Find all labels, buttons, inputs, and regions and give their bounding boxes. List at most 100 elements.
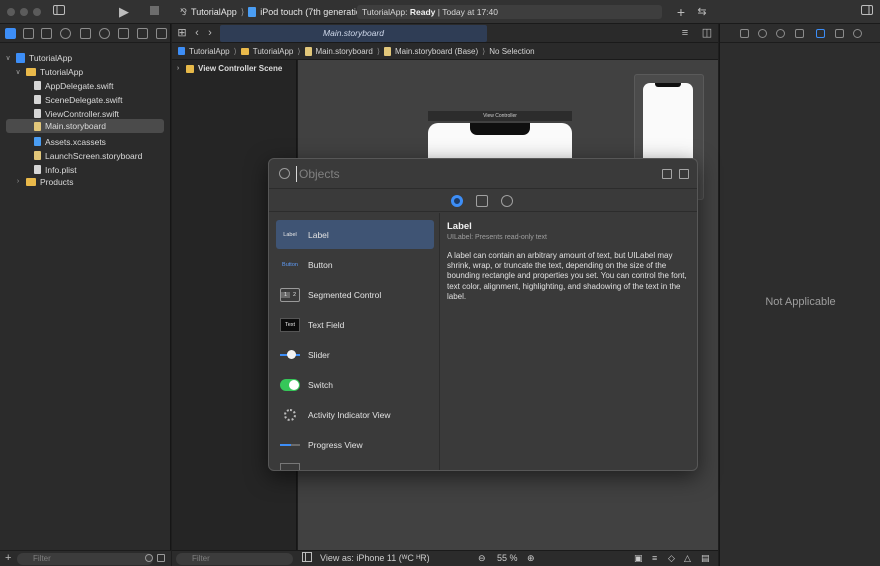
navigator-filter-input[interactable]: Filter — [17, 553, 153, 565]
list-item[interactable]: Button Button — [276, 250, 434, 279]
find-navigator-tab-icon[interactable] — [60, 28, 71, 39]
close-window-button[interactable] — [7, 8, 15, 16]
inspector-empty-message: Not Applicable — [765, 296, 836, 308]
sidebar-toggle-icon[interactable] — [52, 5, 66, 19]
tree-item-file[interactable]: SceneDelegate.swift — [34, 93, 123, 106]
disclosure-closed-icon[interactable]: › — [174, 65, 182, 72]
report-navigator-tab-icon[interactable] — [156, 28, 167, 39]
swift-file-icon — [34, 81, 41, 90]
outline-filter-input[interactable]: Filter — [176, 553, 293, 565]
tree-item-group[interactable]: ∨ TutorialApp — [14, 65, 83, 78]
view-controller-title-bar[interactable]: View Controller — [428, 111, 572, 121]
related-items-icon[interactable]: ⊞ — [175, 26, 189, 40]
test-navigator-tab-icon[interactable] — [99, 28, 110, 39]
objects-category-icon[interactable] — [451, 195, 463, 207]
editor-options-icon[interactable]: ≡ — [678, 26, 692, 40]
tree-item-file[interactable]: LaunchScreen.storyboard — [34, 149, 142, 162]
align-icon[interactable]: ≡ — [652, 553, 657, 563]
breadcrumb-item[interactable]: Main.storyboard (Base) — [395, 47, 478, 56]
size-inspector-tab-icon[interactable] — [835, 29, 844, 38]
storyboard-file-icon — [34, 121, 41, 131]
identity-inspector-tab-icon[interactable] — [795, 29, 804, 38]
history-inspector-tab-icon[interactable] — [758, 29, 767, 38]
tree-item-file[interactable]: AppDelegate.swift — [34, 79, 114, 92]
outline-toggle-icon[interactable] — [302, 552, 312, 564]
scheme-selector[interactable]: ⅋ TutorialApp ⟩ iPod touch (7th generati… — [180, 4, 369, 20]
zoom-in-icon[interactable]: ⊕ — [527, 553, 535, 564]
attributes-inspector-tab-icon[interactable] — [816, 29, 825, 38]
issue-navigator-tab-icon[interactable] — [80, 28, 91, 39]
tree-item-group[interactable]: › Products — [14, 175, 74, 188]
folder-icon — [26, 67, 36, 76]
disclosure-open-icon[interactable]: ∨ — [4, 54, 12, 62]
library-search-input[interactable] — [296, 166, 636, 182]
minimize-window-button[interactable] — [20, 8, 28, 16]
debug-navigator-tab-icon[interactable] — [118, 28, 129, 39]
colors-category-icon[interactable] — [501, 195, 513, 207]
source-control-tab-icon[interactable] — [23, 28, 34, 39]
zoom-window-button[interactable] — [33, 8, 41, 16]
scheme-target-label: TutorialApp — [191, 7, 237, 17]
detail-subtitle: UILabel: Presents read-only text — [447, 234, 547, 241]
list-item[interactable]: Switch — [276, 370, 434, 399]
device-notch — [655, 83, 681, 87]
list-item[interactable]: 1 2 Segmented Control — [276, 280, 434, 309]
code-review-icon[interactable]: ⇆ — [695, 5, 709, 19]
source-control-filter-icon[interactable] — [157, 554, 165, 562]
tree-item-project[interactable]: ∨ TutorialApp — [4, 51, 72, 64]
inspector-panel: Not Applicable — [719, 24, 880, 566]
inspector-toggle-icon[interactable] — [860, 5, 874, 19]
run-button[interactable]: ▶ — [117, 5, 131, 19]
breadcrumb-item[interactable]: Main.storyboard — [316, 47, 373, 56]
view-as-device-button[interactable]: View as: iPhone 11 (ᵂC ᴴR) — [320, 553, 430, 563]
resolve-issues-icon[interactable]: △ — [684, 553, 691, 564]
file-inspector-tab-icon[interactable] — [740, 29, 749, 38]
connections-inspector-tab-icon[interactable] — [853, 29, 862, 38]
list-view-icon[interactable] — [679, 169, 689, 179]
grid-view-icon[interactable] — [662, 169, 672, 179]
tab-main-storyboard[interactable]: Main.storyboard — [220, 25, 487, 42]
project-icon — [178, 47, 185, 55]
device-icon — [248, 7, 257, 17]
add-library-icon[interactable]: + — [674, 5, 688, 19]
list-item[interactable]: Activity Indicator View — [276, 400, 434, 429]
zoom-out-icon[interactable]: ⊖ — [478, 553, 486, 564]
add-constraints-icon[interactable]: ◇ — [668, 553, 675, 564]
disclosure-closed-icon[interactable]: › — [14, 178, 22, 185]
quick-help-tab-icon[interactable] — [776, 29, 785, 38]
device-notch — [470, 123, 530, 135]
list-item[interactable]: Progress View — [276, 430, 434, 459]
list-item[interactable]: Text Text Field — [276, 310, 434, 339]
tree-item-file[interactable]: Assets.xcassets — [34, 135, 106, 148]
tree-item-file-selected[interactable]: Main.storyboard — [6, 119, 164, 133]
back-arrow-icon[interactable]: ‹ — [190, 26, 204, 40]
add-file-icon[interactable]: + — [5, 552, 11, 564]
library-detail-pane: Label UILabel: Presents read-only text A… — [447, 221, 691, 302]
update-frames-icon[interactable]: ▣ — [634, 553, 643, 564]
embed-in-icon[interactable]: ▤ — [701, 553, 710, 564]
recent-files-icon[interactable] — [145, 554, 153, 562]
project-navigator-tab-icon[interactable] — [5, 28, 16, 39]
symbol-navigator-tab-icon[interactable] — [41, 28, 52, 39]
activity-indicator-thumb-icon — [280, 408, 300, 422]
breadcrumb-item[interactable]: TutorialApp — [253, 47, 294, 56]
stop-button[interactable] — [147, 5, 161, 19]
media-category-icon[interactable] — [476, 195, 488, 207]
list-item[interactable]: Slider — [276, 340, 434, 369]
forward-arrow-icon[interactable]: › — [203, 26, 217, 40]
breadcrumb-item[interactable]: No Selection — [489, 47, 534, 56]
breadcrumb: TutorialApp ⟩ TutorialApp ⟩ Main.storybo… — [172, 43, 718, 60]
slider-thumb-icon — [280, 348, 300, 362]
outline-scene-row[interactable]: › View Controller Scene — [174, 64, 283, 73]
breadcrumb-item[interactable]: TutorialApp — [189, 47, 230, 56]
breakpoint-navigator-tab-icon[interactable] — [137, 28, 148, 39]
disclosure-open-icon[interactable]: ∨ — [14, 68, 22, 76]
canvas-bottom-bar: View as: iPhone 11 (ᵂC ᴴR) ⊖ 55 % ⊕ ▣ ≡ … — [298, 550, 718, 566]
split-editor-icon[interactable]: ◫ — [700, 26, 714, 40]
object-library-popover: Label Label Button Button 1 2 Segmented … — [268, 158, 698, 471]
library-object-list: Label Label Button Button 1 2 Segmented … — [269, 213, 440, 470]
plist-file-icon — [34, 165, 41, 174]
label-thumb-icon: Label — [283, 231, 297, 238]
list-item[interactable]: Label Label — [276, 220, 434, 249]
library-category-bar — [269, 190, 697, 212]
